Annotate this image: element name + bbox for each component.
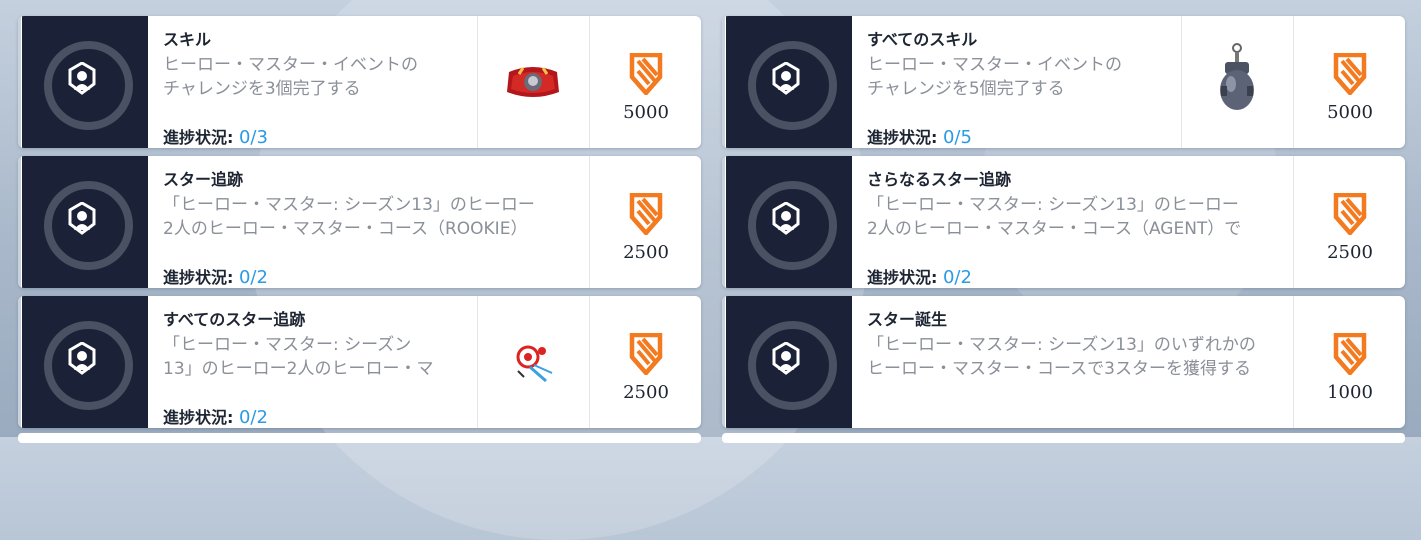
- reward-points: 2500: [591, 296, 701, 428]
- challenge-description: ヒーロー・マスター・イベントの チャレンジを5個完了する: [867, 55, 1122, 99]
- hero-master-icon: [748, 41, 837, 130]
- challenge-icon-panel: [726, 156, 852, 288]
- hero-master-icon: [44, 41, 133, 130]
- next-row-peek: [18, 433, 701, 443]
- challenge-progress: 進捗状況: 0/3: [163, 127, 268, 148]
- divider: [589, 16, 590, 148]
- points-amount: 2500: [623, 382, 669, 403]
- reward-points: 5000: [591, 16, 701, 148]
- points-emblem-icon: [1333, 193, 1367, 235]
- challenge-title: すべてのスキル: [867, 30, 978, 49]
- spray-reward-icon: [478, 16, 588, 148]
- card-edge: [722, 156, 725, 288]
- challenge-icon-panel: [726, 16, 852, 148]
- points-amount: 5000: [1327, 102, 1373, 123]
- next-row-peek: [722, 433, 1405, 443]
- card-edge: [18, 296, 21, 428]
- challenge-description: ヒーロー・マスター・イベントの チャレンジを3個完了する: [163, 55, 418, 99]
- points-emblem-icon: [629, 193, 663, 235]
- challenge-card[interactable]: スター誕生 「ヒーロー・マスター: シーズン13」のいずれかの ヒーロー・マスター…: [722, 296, 1405, 428]
- challenge-icon-panel: [726, 296, 852, 428]
- points-amount: 5000: [623, 102, 669, 123]
- challenge-progress: 進捗状況: 0/2: [163, 407, 268, 428]
- divider: [1293, 156, 1294, 288]
- challenge-icon-panel: [22, 16, 148, 148]
- points-emblem-icon: [629, 333, 663, 375]
- challenge-description: 「ヒーロー・マスター: シーズン 13」のヒーロー2人のヒーロー・マ: [163, 335, 434, 379]
- challenge-description: 「ヒーロー・マスター: シーズン13」のヒーロー 2人のヒーロー・マスター・コース…: [163, 195, 535, 239]
- points-amount: 1000: [1327, 382, 1373, 403]
- reward-points: 1000: [1295, 296, 1405, 428]
- challenge-description: 「ヒーロー・マスター: シーズン13」のいずれかの ヒーロー・マスター・コースで3…: [867, 335, 1256, 379]
- challenge-title: スター誕生: [867, 310, 948, 329]
- divider: [1293, 296, 1294, 428]
- challenge-card[interactable]: さらなるスター追跡 「ヒーロー・マスター: シーズン13」のヒーロー 2人のヒーロ…: [722, 156, 1405, 288]
- challenge-progress: 進捗状況: 0/2: [163, 267, 268, 288]
- divider: [589, 156, 590, 288]
- challenge-title: スター追跡: [163, 170, 244, 189]
- challenge-card[interactable]: スター追跡 「ヒーロー・マスター: シーズン13」のヒーロー 2人のヒーロー・マス…: [18, 156, 701, 288]
- points-amount: 2500: [623, 242, 669, 263]
- challenge-card[interactable]: スキル ヒーロー・マスター・イベントの チャレンジを3個完了する 進捗状況: 0/…: [18, 16, 701, 148]
- challenge-description: 「ヒーロー・マスター: シーズン13」のヒーロー 2人のヒーロー・マスター・コース…: [867, 195, 1242, 239]
- reward-points: 2500: [1295, 156, 1405, 288]
- card-edge: [722, 16, 725, 148]
- challenge-icon-panel: [22, 296, 148, 428]
- player-icon-reward: [478, 296, 588, 428]
- hero-master-icon: [748, 181, 837, 270]
- challenge-icon-panel: [22, 156, 148, 288]
- points-emblem-icon: [1333, 333, 1367, 375]
- reward-points: 5000: [1295, 16, 1405, 148]
- divider: [589, 296, 590, 428]
- card-edge: [18, 16, 21, 148]
- card-edge: [18, 156, 21, 288]
- reward-points: 2500: [591, 156, 701, 288]
- challenge-progress: 進捗状況: 0/2: [867, 267, 972, 288]
- challenge-title: スキル: [163, 30, 212, 49]
- divider: [1293, 16, 1294, 148]
- hero-master-icon: [748, 321, 837, 410]
- points-emblem-icon: [1333, 53, 1367, 95]
- hero-master-icon: [44, 181, 133, 270]
- points-amount: 2500: [1327, 242, 1373, 263]
- challenge-card[interactable]: すべてのスキル ヒーロー・マスター・イベントの チャレンジを5個完了する 進捗状況…: [722, 16, 1405, 148]
- challenge-progress: 進捗状況: 0/5: [867, 127, 972, 148]
- weapon-charm-reward-icon: [1182, 16, 1292, 148]
- challenge-title: さらなるスター追跡: [867, 170, 1012, 189]
- points-emblem-icon: [629, 53, 663, 95]
- hero-master-icon: [44, 321, 133, 410]
- challenge-title: すべてのスター追跡: [163, 310, 306, 329]
- challenge-card[interactable]: すべてのスター追跡 「ヒーロー・マスター: シーズン 13」のヒーロー2人のヒーロ…: [18, 296, 701, 428]
- card-edge: [722, 296, 725, 428]
